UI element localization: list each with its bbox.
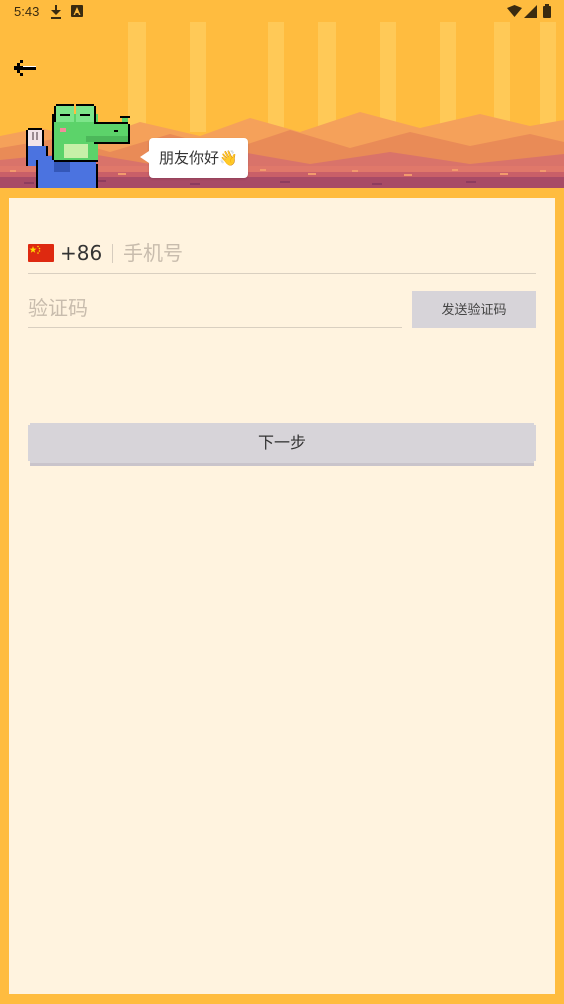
arrow-left-icon bbox=[14, 60, 36, 76]
header-banner: 朋友你好👋 bbox=[0, 0, 564, 188]
china-flag-icon[interactable] bbox=[28, 244, 54, 262]
next-button-shadow bbox=[30, 463, 534, 466]
phone-field-row: +86 bbox=[28, 236, 536, 274]
a-icon bbox=[71, 5, 83, 17]
country-code-selector[interactable]: +86 bbox=[60, 241, 102, 265]
send-code-button[interactable]: 发送验证码 bbox=[412, 291, 536, 328]
status-bar: 5:43 bbox=[0, 0, 564, 24]
verification-code-input[interactable] bbox=[28, 294, 398, 322]
code-field-row bbox=[28, 290, 402, 328]
battery-icon bbox=[543, 4, 551, 18]
crocodile-mascot-illustration bbox=[26, 104, 130, 188]
login-form-card: +86 发送验证码 下一步 bbox=[9, 198, 555, 994]
next-button-label: 下一步 bbox=[257, 433, 306, 452]
wifi-icon bbox=[507, 5, 522, 17]
phone-divider bbox=[112, 244, 113, 263]
phone-number-input[interactable] bbox=[123, 239, 523, 267]
greeting-speech-bubble: 朋友你好👋 bbox=[140, 138, 248, 178]
status-time: 5:43 bbox=[14, 4, 40, 19]
back-button[interactable] bbox=[8, 54, 42, 82]
next-step-button[interactable]: 下一步 bbox=[28, 423, 536, 466]
download-icon bbox=[51, 5, 61, 19]
signal-icon bbox=[524, 5, 537, 18]
